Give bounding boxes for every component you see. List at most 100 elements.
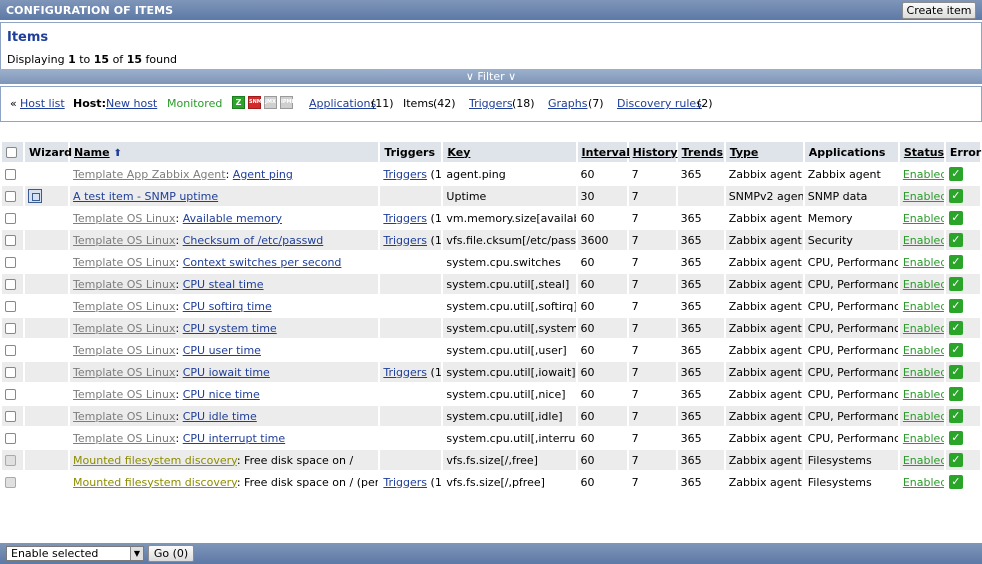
item-name-link[interactable]: CPU idle time	[183, 410, 257, 423]
status-toggle-link[interactable]: Enabled	[903, 300, 944, 313]
status-toggle-link[interactable]: Enabled	[903, 212, 944, 225]
row-checkbox[interactable]	[5, 301, 16, 312]
status-toggle-link[interactable]: Enabled	[903, 322, 944, 335]
template-link[interactable]: Template OS Linux	[73, 366, 175, 379]
template-link[interactable]: Template App Zabbix Agent	[73, 168, 226, 181]
status-toggle-link[interactable]: Enabled	[903, 190, 944, 203]
sort-by-trends-link[interactable]: Trends	[682, 146, 723, 159]
item-name-link[interactable]: Available memory	[183, 212, 282, 225]
item-name-link[interactable]: CPU interrupt time	[183, 432, 285, 445]
row-checkbox[interactable]	[5, 169, 16, 180]
template-link[interactable]: Template OS Linux	[73, 344, 175, 357]
item-name-link[interactable]: CPU user time	[183, 344, 261, 357]
item-triggers-link[interactable]: Triggers	[383, 476, 427, 489]
discovery-rule-link[interactable]: Mounted filesystem discovery	[73, 476, 237, 489]
sort-by-key-link[interactable]: Key	[447, 146, 470, 159]
row-checkbox[interactable]	[5, 257, 16, 268]
template-link[interactable]: Template OS Linux	[73, 256, 175, 269]
host-list-link[interactable]: Host list	[20, 97, 65, 110]
discovery-rules-link[interactable]: Discovery rules	[617, 97, 702, 110]
item-name-link[interactable]: CPU iowait time	[183, 366, 270, 379]
items-count: (42)	[433, 97, 456, 110]
status-toggle-link[interactable]: Enabled	[903, 366, 944, 379]
item-triggers-link[interactable]: Triggers	[383, 168, 427, 181]
create-item-button[interactable]: Create item	[902, 2, 976, 19]
template-link[interactable]: Template OS Linux	[73, 278, 175, 291]
status-toggle-link[interactable]: Enabled	[903, 476, 944, 489]
row-checkbox[interactable]	[5, 345, 16, 356]
row-checkbox[interactable]	[5, 213, 16, 224]
name-cell: Template OS Linux: Context switches per …	[70, 252, 379, 272]
graphs-link[interactable]: Graphs	[548, 97, 587, 110]
status-toggle-link[interactable]: Enabled	[903, 256, 944, 269]
sort-by-type-link[interactable]: Type	[730, 146, 759, 159]
applications-cell: CPU, Performance	[804, 384, 898, 404]
status-toggle-link[interactable]: Enabled	[903, 344, 944, 357]
item-name-link[interactable]: A test item - SNMP uptime	[73, 190, 218, 203]
mass-action-select[interactable]: Enable selected ▼	[6, 546, 144, 561]
type-cell: Zabbix agent	[725, 208, 803, 228]
status-toggle-link[interactable]: Enabled	[903, 454, 944, 467]
item-name-link[interactable]: Context switches per second	[183, 256, 342, 269]
item-triggers-link[interactable]: Triggers	[383, 366, 427, 379]
status-toggle-link[interactable]: Enabled	[903, 234, 944, 247]
history-cell: 7	[628, 450, 676, 470]
items-label: Items	[403, 97, 434, 110]
status-toggle-link[interactable]: Enabled	[903, 410, 944, 423]
item-name-link[interactable]: CPU steal time	[183, 278, 264, 291]
row-checkbox[interactable]	[5, 433, 16, 444]
row-checkbox[interactable]	[5, 411, 16, 422]
item-triggers-link[interactable]: Triggers	[383, 234, 427, 247]
name-cell: Template OS Linux: Checksum of /etc/pass…	[70, 230, 379, 250]
status-toggle-link[interactable]: Enabled	[903, 168, 944, 181]
type-cell: Zabbix agent	[725, 318, 803, 338]
item-triggers-link[interactable]: Triggers	[383, 212, 427, 225]
status-toggle-link[interactable]: Enabled	[903, 388, 944, 401]
item-name-link[interactable]: CPU system time	[183, 322, 277, 335]
trends-cell: 365	[677, 384, 724, 404]
wizard-icon[interactable]	[28, 189, 43, 203]
row-checkbox[interactable]	[5, 367, 16, 378]
row-checkbox[interactable]	[5, 191, 16, 202]
item-name-link[interactable]: Agent ping	[233, 168, 293, 181]
applications-link[interactable]: Applications	[309, 97, 376, 110]
discovery-rule-link[interactable]: Mounted filesystem discovery	[73, 454, 237, 467]
triggers-cell	[380, 252, 442, 272]
row-checkbox[interactable]	[5, 279, 16, 290]
error-cell: ✓	[945, 252, 980, 272]
template-link[interactable]: Template OS Linux	[73, 432, 175, 445]
key-cell: system.cpu.util[,softirq]	[443, 296, 576, 316]
sort-by-history-link[interactable]: History	[633, 146, 678, 159]
template-link[interactable]: Template OS Linux	[73, 300, 175, 313]
interval-cell: 60	[577, 472, 627, 492]
go-button[interactable]: Go (0)	[148, 545, 194, 562]
item-name-link[interactable]: CPU nice time	[183, 388, 260, 401]
table-row: Template OS Linux: CPU system time system…	[2, 318, 980, 338]
row-checkbox[interactable]	[5, 235, 16, 246]
template-link[interactable]: Template OS Linux	[73, 212, 175, 225]
status-toggle-link[interactable]: Enabled	[903, 278, 944, 291]
item-name-link[interactable]: Checksum of /etc/passwd	[183, 234, 324, 247]
type-cell: SNMPv2 agent	[725, 186, 803, 206]
interval-cell: 60	[577, 340, 627, 360]
interval-cell: 60	[577, 164, 627, 184]
template-link[interactable]: Template OS Linux	[73, 388, 175, 401]
triggers-link[interactable]: Triggers	[469, 97, 513, 110]
sort-by-name-link[interactable]: Name	[74, 146, 110, 159]
template-link[interactable]: Template OS Linux	[73, 234, 175, 247]
filter-toggle[interactable]: ∨ Filter ∨	[0, 69, 982, 84]
status-toggle-link[interactable]: Enabled	[903, 432, 944, 445]
item-name-link[interactable]: CPU softirq time	[183, 300, 272, 313]
template-link[interactable]: Template OS Linux	[73, 410, 175, 423]
error-cell: ✓	[945, 318, 980, 338]
interval-cell: 60	[577, 274, 627, 294]
host-name-link[interactable]: New host	[106, 97, 157, 110]
interval-cell: 60	[577, 296, 627, 316]
ok-check-icon: ✓	[948, 233, 963, 247]
select-all-checkbox[interactable]	[6, 147, 17, 158]
template-link[interactable]: Template OS Linux	[73, 322, 175, 335]
row-checkbox[interactable]	[5, 323, 16, 334]
row-checkbox[interactable]	[5, 389, 16, 400]
sort-by-status-link[interactable]: Status	[904, 146, 944, 159]
sort-by-interval-link[interactable]: Interval	[582, 146, 630, 159]
